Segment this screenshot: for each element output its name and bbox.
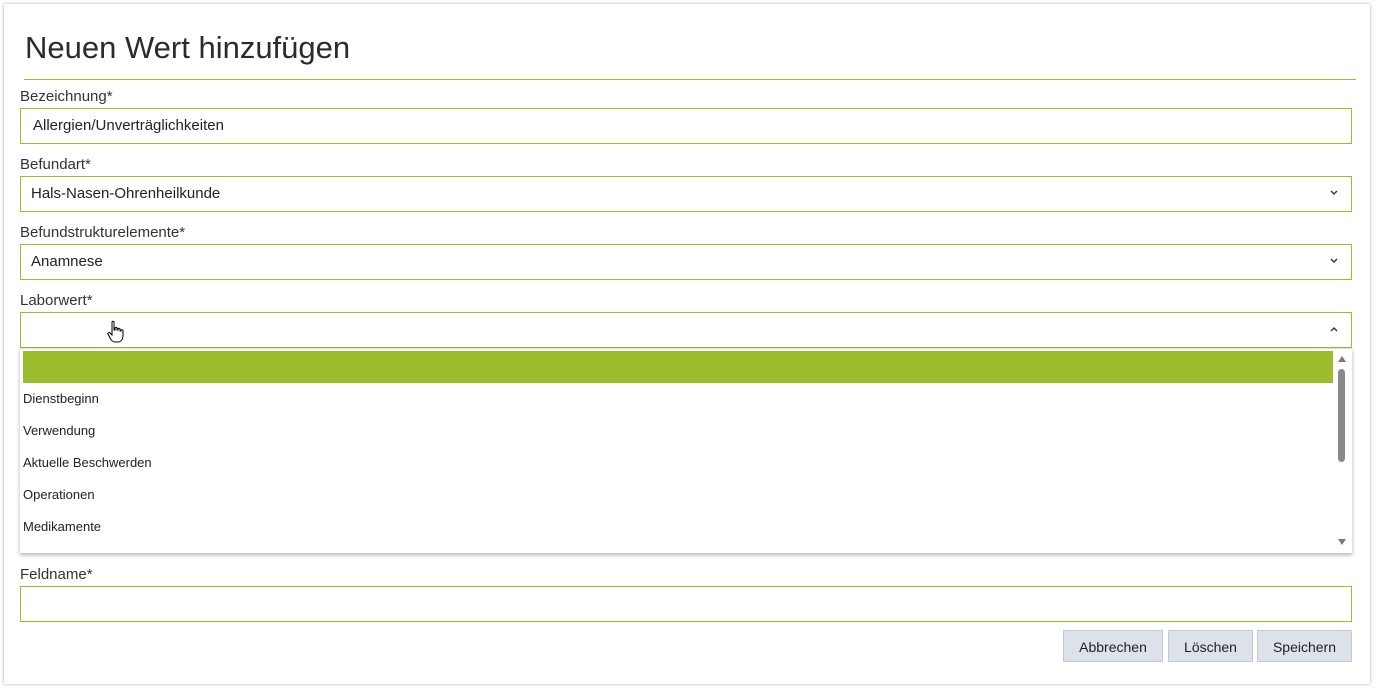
title-divider [24,79,1356,80]
cancel-button[interactable]: Abbrechen [1063,630,1163,662]
chevron-down-icon [1330,258,1338,263]
scroll-up-arrow-icon[interactable] [1337,354,1347,364]
befundstrukturelemente-value: Anamnese [31,253,103,270]
befundstrukturelemente-select[interactable]: Anamnese [20,244,1352,280]
laborwert-dropdown-list: Dienstbeginn Verwendung Aktuelle Beschwe… [20,348,1352,553]
feldname-label: Feldname* [20,566,93,583]
dropdown-option-operationen[interactable]: Operationen [23,487,95,503]
save-button[interactable]: Speichern [1257,630,1352,662]
bezeichnung-label: Bezeichnung* [20,88,113,105]
bezeichnung-input[interactable]: Allergien/Unverträglichkeiten [20,108,1352,144]
feldname-input[interactable] [20,586,1352,622]
laborwert-select[interactable] [20,312,1352,348]
dropdown-option-dienstbeginn[interactable]: Dienstbeginn [23,391,99,407]
bezeichnung-value: Allergien/Unverträglichkeiten [33,117,224,134]
laborwert-label: Laborwert* [20,292,93,309]
chevron-up-icon [1330,327,1338,332]
befundart-label: Befundart* [20,156,91,173]
hand-pointer-icon [107,320,124,343]
delete-button[interactable]: Löschen [1168,630,1253,662]
dropdown-option-verwendung[interactable]: Verwendung [23,423,95,439]
dialog-title: Neuen Wert hinzufügen [25,30,351,65]
dropdown-option-aktuelle-beschwerden[interactable]: Aktuelle Beschwerden [23,455,152,471]
dropdown-option-selected[interactable] [23,351,1333,383]
befundart-select[interactable]: Hals-Nasen-Ohrenheilkunde [20,176,1352,212]
dropdown-option-medikamente[interactable]: Medikamente [23,519,101,535]
chevron-down-icon [1330,190,1338,195]
befundart-value: Hals-Nasen-Ohrenheilkunde [31,185,221,202]
scrollbar-thumb[interactable] [1338,369,1345,462]
scroll-down-arrow-icon[interactable] [1337,537,1347,547]
befundstrukturelemente-label: Befundstrukturelemente* [20,224,186,241]
